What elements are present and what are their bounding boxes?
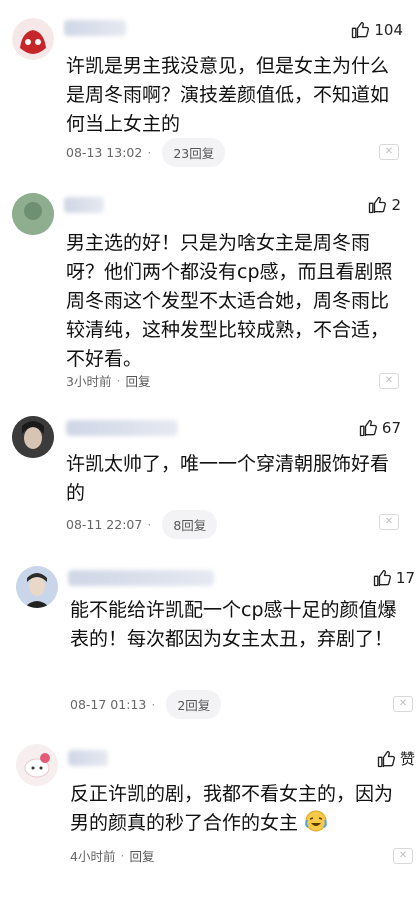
thumbs-up-icon (373, 569, 391, 587)
comment-time: 08-13 13:02 (66, 145, 143, 160)
comment-text: 反正许凯的剧，我都不看女主的，因为男的颜真的秒了合作的女主 (70, 780, 410, 841)
comment-meta: 08-17 01:13 · 2回复 (70, 690, 222, 719)
thumbs-up-icon (369, 196, 387, 214)
like-count: 104 (374, 21, 403, 39)
avatar[interactable] (12, 18, 54, 60)
comment-item: 17 能不能给许凯配一个cp感十足的颜值爆表的！每次都因为女主太丑，弃剧了！ 0… (0, 550, 417, 730)
like-count: 2 (391, 196, 401, 214)
reply-button[interactable]: 回复 (125, 371, 150, 390)
thumbs-up-icon (359, 419, 377, 437)
thumbs-up-icon (352, 21, 370, 39)
avatar[interactable] (16, 566, 58, 608)
like-count: 67 (381, 419, 401, 437)
like-button[interactable]: 2 (367, 195, 401, 215)
comment-item: 104 许凯是男主我没意见，但是女主为什么是周冬雨啊？演技差颜值低，不知道如何当… (0, 0, 417, 175)
comment-item: 2 男主选的好！只是为啥女主是周冬雨呀？他们两个都没有cp感，而且看剧照周冬雨这… (0, 175, 417, 390)
separator-dot: · (116, 373, 121, 388)
avatar[interactable] (12, 416, 54, 458)
close-icon[interactable]: ✕ (379, 144, 399, 160)
separator-dot: · (120, 848, 125, 863)
comment-time: 08-11 22:07 (66, 517, 143, 532)
avatar[interactable] (12, 193, 54, 235)
comment-text: 许凯是男主我没意见，但是女主为什么是周冬雨啊？演技差颜值低，不知道如何当上女主的 (66, 55, 390, 135)
separator-dot: · (147, 145, 152, 160)
like-button[interactable]: 17 (372, 568, 415, 588)
reply-button[interactable]: 23回复 (162, 138, 226, 167)
reply-button[interactable]: 8回复 (162, 510, 218, 539)
comment-text: 能不能给许凯配一个cp感十足的颜值爆表的！每次都因为女主太丑，弃剧了！ (70, 599, 397, 650)
username-blurred[interactable] (68, 570, 214, 586)
close-icon[interactable]: ✕ (379, 373, 399, 389)
like-count: 赞 (399, 750, 415, 768)
comment-time: 3小时前 (66, 374, 112, 389)
close-icon[interactable]: ✕ (393, 696, 413, 712)
username-blurred[interactable] (64, 197, 104, 213)
comment-meta: 4小时前 · 回复 (70, 846, 154, 865)
comment-text: 男主选的好！只是为啥女主是周冬雨呀？他们两个都没有cp感，而且看剧照周冬雨这个发… (66, 232, 393, 370)
comment-text-content: 反正许凯的剧，我都不看女主的，因为男的颜真的秒了合作的女主 (70, 783, 394, 834)
comment-time: 4小时前 (70, 849, 116, 864)
thumbs-up-icon (377, 750, 395, 767)
comment-text: 许凯太帅了，唯一一个穿清朝服饰好看的 (66, 453, 390, 504)
separator-dot: · (151, 697, 156, 712)
username-blurred[interactable] (68, 750, 108, 766)
comment-item: 67 许凯太帅了，唯一一个穿清朝服饰好看的 08-11 22:07 · 8回复 … (0, 390, 417, 550)
comment-meta: 08-13 13:02 · 23回复 (66, 138, 226, 167)
comment-time: 08-17 01:13 (70, 697, 147, 712)
laughing-tears-emoji-icon (304, 810, 328, 841)
close-icon[interactable]: ✕ (379, 514, 399, 530)
username-blurred[interactable] (66, 420, 178, 436)
avatar[interactable] (16, 744, 58, 786)
separator-dot: · (147, 517, 152, 532)
comment-item: 赞 反正许凯的剧，我都不看女主的，因为男的颜真的秒了合作的女主 4小时前 · 回… (0, 730, 417, 912)
comment-meta: 3小时前 · 回复 (66, 371, 150, 390)
like-button[interactable]: 104 (350, 20, 403, 40)
like-button[interactable]: 赞 (376, 748, 415, 769)
like-count: 17 (395, 569, 415, 587)
reply-button[interactable]: 2回复 (166, 690, 222, 719)
reply-button[interactable]: 回复 (129, 846, 154, 865)
like-button[interactable]: 67 (358, 418, 401, 438)
username-blurred[interactable] (64, 20, 126, 36)
comment-meta: 08-11 22:07 · 8回复 (66, 510, 218, 539)
close-icon[interactable]: ✕ (393, 848, 413, 864)
